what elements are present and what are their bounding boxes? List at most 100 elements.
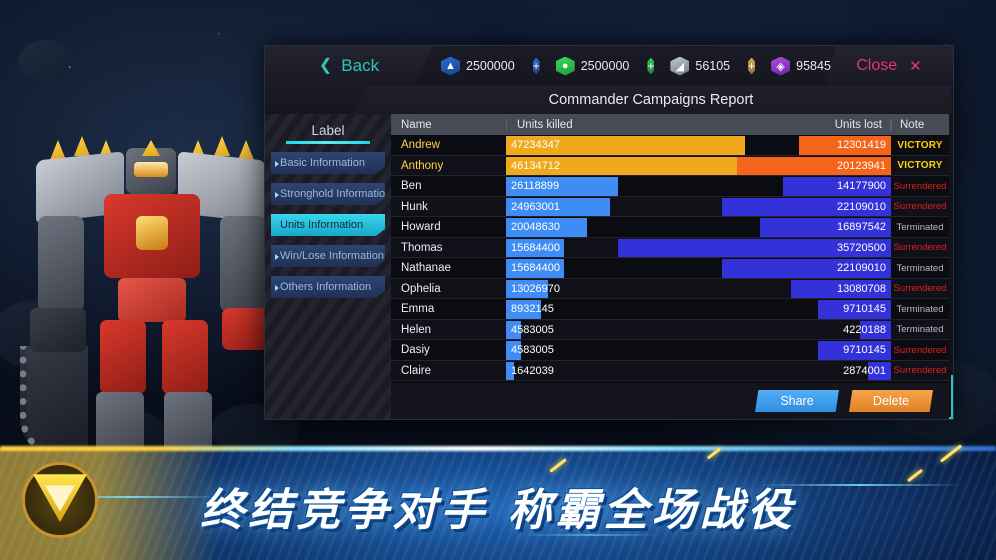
sidebar-item-underline [280,206,310,208]
cell-bars: 15684400 35720500 [506,238,891,259]
delete-button[interactable]: Delete [849,390,933,412]
cell-name: Emma [401,303,435,316]
promo-banner: 终结竞争对手 称霸全场战役 [0,446,996,560]
column-header-units-lost: Units lost [834,118,882,131]
share-button[interactable]: Share [755,390,839,412]
cell-name: Howard [401,221,441,234]
add-crystal-button[interactable]: + [532,57,540,75]
table-row[interactable]: Andrew 47234347 12301419 VICTORY [391,135,949,156]
bar-units-killed: 8932145 [506,300,554,319]
add-metal-button[interactable]: + [748,57,756,75]
cell-note: Surrendered [891,176,949,197]
status-badge: Surrendered [893,344,947,356]
metal-steel-icon: ◢ [670,56,690,76]
sidebar-item-label: Others Information [280,281,372,293]
bar-units-lost: 12301419 [798,136,891,155]
cell-note: Surrendered [891,197,949,218]
cell-name: Anthony [401,159,444,172]
cell-bars: 13026970 13080708 [506,279,891,300]
bar-units-killed: 26118899 [506,177,618,196]
bar-units-killed: 13026970 [506,279,560,298]
table-row[interactable]: Emma 8932145 9710145 Terminated [391,299,949,320]
cell-note: VICTORY [891,156,949,177]
gas-green-icon: ● [555,56,575,76]
cell-name: Andrew [401,139,440,152]
robot-abdomen [118,278,186,322]
dialog-title-strip: Commander Campaigns Report [265,86,953,114]
bar-units-lost: 35720500 [617,238,891,257]
sidebar-active-indicator [265,214,269,236]
bar-units-lost: 9710145 [817,300,891,319]
sidebar-item-label: Basic Information [280,157,365,169]
close-button[interactable]: Close ✕ [825,46,953,86]
table-row[interactable]: Ben 26118899 14177900 Surrendered [391,176,949,197]
resource-energy[interactable]: ◈ 95845 [771,56,831,76]
sidebar-item-units-information[interactable]: Units Information [271,214,385,236]
dialog-top-bar: ❮ Back ▲ 2500000 + ● 2500000 + ◢ 56105 +… [265,46,953,86]
sidebar-item-stronghold-information[interactable]: Stronghold Information [271,183,385,205]
bar-units-killed: 20048630 [506,218,587,237]
dialog-body: Label Basic Information Stronghold Inform… [265,114,953,419]
column-header-group: Units killed Units lost [506,118,891,131]
sidebar-item-others-information[interactable]: Others Information [271,276,385,298]
resource-crystal[interactable]: ▲ 2500000 [441,56,515,76]
cell-name: Ben [401,180,422,193]
back-button-label: Back [341,56,380,75]
cell-note: Terminated [891,217,949,238]
sidebar-item-win-lose-information[interactable]: Win/Lose Information [271,245,385,267]
cell-bars: 46134712 20123941 [506,156,891,177]
status-badge: Surrendered [893,365,947,377]
crystal-blue-icon: ▲ [441,56,460,76]
bar-units-lost: 22109010 [721,259,891,278]
banner-glow-line [0,446,996,451]
bar-units-killed: 46134712 [506,156,737,175]
table-row[interactable]: Anthony 46134712 20123941 VICTORY [391,155,949,177]
cell-bars: 47234347 12301419 [506,135,891,156]
cell-name: Claire [401,364,432,377]
cell-note: Surrendered [891,238,949,259]
table-row[interactable]: Nathanae 15684400 22109010 Terminated [391,258,949,279]
cell-name: Nathanae [401,262,451,275]
banner-headline: 终结竞争对手 称霸全场战役 [200,485,796,536]
table-body: Andrew 47234347 12301419 VICTORY Anthony 4613… [391,135,949,383]
table-row[interactable]: Helen 4583005 4220188 Terminated [391,319,949,341]
status-badge: Terminated [896,303,944,315]
sidebar-item-underline [280,175,310,177]
table-row[interactable]: Howard 20048630 16897542 Terminated [391,217,949,238]
table-row[interactable]: Ophelia 13026970 13080708 Surrendered [391,278,949,300]
cell-name: Ophelia [401,282,441,295]
robot-visor [134,162,168,177]
cell-note: Surrendered [891,361,949,382]
back-button[interactable]: ❮ Back [265,46,433,86]
bullet-arrow-icon [275,161,279,167]
cell-bars: 4583005 4220188 [506,320,891,341]
resource-energy-value: 95845 [796,59,831,73]
resource-metal[interactable]: ◢ 56105 [670,56,730,76]
table-row[interactable]: Dasiy 4583005 9710145 Surrendered [391,340,949,361]
cell-note: Surrendered [891,340,949,361]
bar-units-lost: 22109010 [721,197,891,216]
status-badge: VICTORY [897,139,943,151]
add-gas-button[interactable]: + [647,57,655,75]
bullet-arrow-icon [275,192,279,198]
cell-bars: 8932145 9710145 [506,299,891,320]
robot-thigh-right [162,320,208,394]
cell-name: Hunk [401,200,428,213]
sidebar-header-underline [286,141,370,144]
table-row[interactable]: Hunk 24963001 22109010 Surrendered [391,196,949,218]
cell-bars: 24963001 22109010 [506,197,891,218]
cell-name: Helen [401,323,432,336]
dialog-title-plate: Commander Campaigns Report [351,86,951,114]
sidebar-item-basic-information[interactable]: Basic Information [271,152,385,174]
status-badge: Terminated [896,262,944,274]
resource-bar: ▲ 2500000 + ● 2500000 + ◢ 56105 + ◈ 9584… [441,46,856,86]
resource-gas-value: 2500000 [580,59,630,73]
table-row[interactable]: Claire 1642039 2874001 Surrendered [391,360,949,382]
bar-units-killed: 1642039 [506,361,554,380]
sidebar-item-underline [280,237,310,239]
sidebar-item-label: Win/Lose Information [280,250,384,262]
cell-note: Terminated [891,320,949,341]
table-row[interactable]: Thomas 15684400 35720500 Surrendered [391,237,949,259]
close-button-label: Close [856,57,898,74]
resource-gas[interactable]: ● 2500000 [555,56,630,76]
